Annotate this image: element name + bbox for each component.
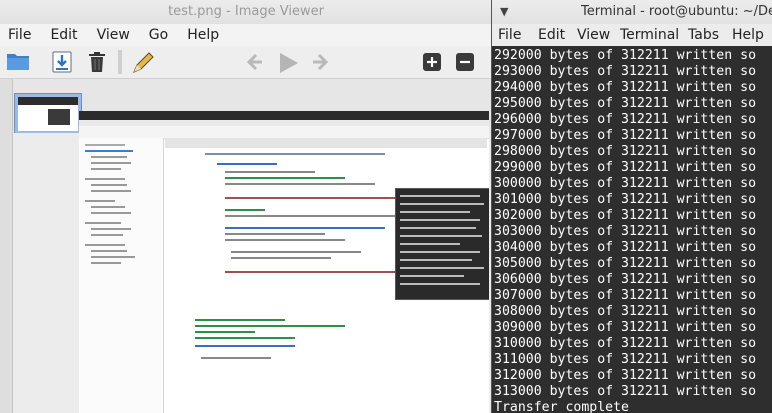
terminal-line: 306000 bytes of 312211 written so far <box>494 272 772 287</box>
terminal-line: 307000 bytes of 312211 written so far <box>494 288 772 303</box>
menu-help[interactable]: Help <box>179 27 230 43</box>
menu-view[interactable]: View <box>89 27 141 43</box>
terminal-line: 305000 bytes of 312211 written so far <box>494 256 772 271</box>
terminal-menu-file[interactable]: File <box>498 27 521 43</box>
save-icon[interactable] <box>50 50 76 74</box>
image-viewer-window: test.png - Image Viewer File Edit View G… <box>0 0 492 413</box>
terminal-title: Terminal - root@ubuntu: ~/Desk <box>581 4 772 19</box>
terminal-menu-tabs[interactable]: Tabs <box>688 27 719 43</box>
image-terminal <box>395 188 489 300</box>
menu-edit[interactable]: Edit <box>42 27 88 43</box>
menu-go[interactable]: Go <box>141 27 179 43</box>
window-menu-icon[interactable]: ▼ <box>500 0 508 24</box>
pencil-icon[interactable] <box>130 50 156 74</box>
play-icon[interactable] <box>275 50 301 74</box>
terminal-menu-edit[interactable]: Edit <box>538 27 565 43</box>
terminal-line: Transfer complete <box>494 400 629 413</box>
terminal-menu-view[interactable]: View <box>577 27 610 43</box>
terminal-menu-terminal[interactable]: Terminal <box>620 27 679 43</box>
terminal-line: 301000 bytes of 312211 written so far <box>494 192 772 207</box>
displayed-image <box>79 111 489 413</box>
terminal-line: 295000 bytes of 312211 written so far <box>494 96 772 111</box>
folder-icon[interactable] <box>6 50 32 74</box>
terminal-line: 313000 bytes of 312211 written so far <box>494 384 772 399</box>
image-canvas <box>13 111 492 413</box>
terminal-line: 309000 bytes of 312211 written so far <box>494 320 772 335</box>
trash-icon[interactable] <box>85 50 111 74</box>
toolbar <box>0 46 492 79</box>
menubar: File Edit View Go Help <box>0 24 492 46</box>
terminal-menu-help[interactable]: Help <box>732 27 764 43</box>
side-scrollbar[interactable] <box>0 79 13 413</box>
zoom-out-icon[interactable] <box>454 50 480 74</box>
terminal-line: 292000 bytes of 312211 written so far <box>494 48 772 63</box>
terminal-line: 311000 bytes of 312211 written so far <box>494 352 772 367</box>
image-solution-explorer <box>79 138 164 413</box>
terminal-line: 296000 bytes of 312211 written so far <box>494 112 772 127</box>
terminal-line: 310000 bytes of 312211 written so far <box>494 336 772 351</box>
terminal-line: 312000 bytes of 312211 written so far <box>494 368 772 383</box>
terminal-line: 300000 bytes of 312211 written so far <box>494 176 772 191</box>
terminal-line: 298000 bytes of 312211 written so far <box>494 144 772 159</box>
arrow-left-icon[interactable] <box>242 50 268 74</box>
thumbnail[interactable] <box>14 93 82 135</box>
terminal-line: 297000 bytes of 312211 written so far <box>494 128 772 143</box>
terminal-output[interactable]: 292000 bytes of 312211 written so far 293… <box>494 48 772 413</box>
terminal-menubar: File Edit View Terminal Tabs Help <box>492 24 772 46</box>
terminal-line: 303000 bytes of 312211 written so far <box>494 224 772 239</box>
terminal-window: ▼ Terminal - root@ubuntu: ~/Desk File Ed… <box>491 0 772 413</box>
terminal-line: 299000 bytes of 312211 written so far <box>494 160 772 175</box>
terminal-line: 293000 bytes of 312211 written so far <box>494 64 772 79</box>
zoom-in-icon[interactable] <box>421 50 447 74</box>
terminal-scrollbar[interactable] <box>765 46 772 413</box>
terminal-line: 308000 bytes of 312211 written so far <box>494 304 772 319</box>
terminal-titlebar: ▼ Terminal - root@ubuntu: ~/Desk <box>492 0 772 24</box>
terminal-line: 294000 bytes of 312211 written so far <box>494 80 772 95</box>
terminal-line: 302000 bytes of 312211 written so far <box>494 208 772 223</box>
terminal-line: 304000 bytes of 312211 written so far <box>494 240 772 255</box>
menu-file[interactable]: File <box>0 27 42 43</box>
window-title: test.png - Image Viewer <box>0 0 492 24</box>
arrow-right-icon[interactable] <box>309 50 335 74</box>
